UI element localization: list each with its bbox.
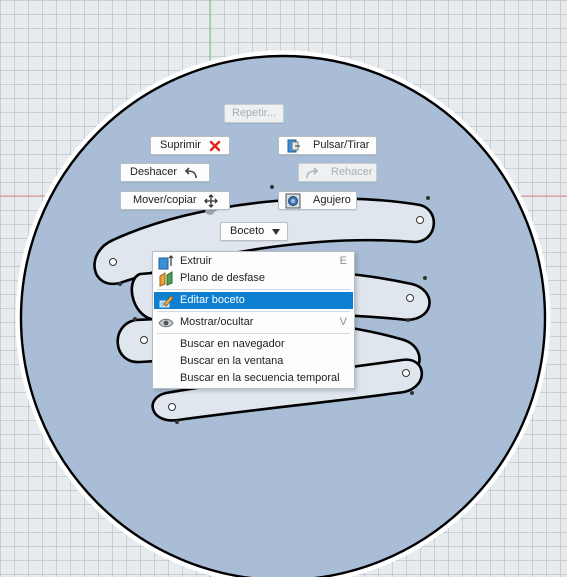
close-x-icon — [207, 138, 223, 154]
sketch-point[interactable] — [140, 336, 148, 344]
menu-item-find-in-timeline[interactable]: Buscar en la secuencia temporal — [154, 370, 353, 387]
delete-label: Suprimir — [160, 139, 201, 151]
extrude-icon — [158, 254, 174, 270]
sketch-vertex — [426, 196, 430, 200]
sketch-point[interactable] — [168, 403, 176, 411]
repeat-button[interactable]: Repetir... — [224, 104, 284, 123]
menu-item-label: Mostrar/ocultar — [180, 316, 254, 328]
menu-item-label: Plano de desfase — [180, 272, 266, 284]
caret-down-icon — [270, 224, 281, 240]
menu-item-label: Buscar en la ventana — [180, 355, 284, 367]
menu-item-shortcut: V — [339, 316, 347, 328]
sketch-vertex — [133, 317, 137, 321]
sketch-vertex — [270, 185, 274, 189]
menu-item-extrude[interactable]: Extruir E — [154, 253, 353, 270]
sketch-dropdown-button[interactable]: Boceto — [220, 222, 288, 241]
press-pull-button[interactable]: Pulsar/Tirar — [278, 136, 377, 155]
menu-separator — [157, 333, 350, 334]
menu-item-label: Buscar en la secuencia temporal — [180, 372, 340, 384]
sketch-vertex — [423, 276, 427, 280]
sketch-vertex — [406, 318, 410, 322]
menu-item-show-hide[interactable]: Mostrar/ocultar V — [154, 314, 353, 331]
redo-arrow-icon — [305, 165, 319, 181]
undo-label: Deshacer — [130, 166, 178, 178]
undo-button[interactable]: Deshacer — [120, 163, 210, 182]
sketch-vertex — [410, 391, 414, 395]
move-copy-label: Mover/copiar — [133, 194, 197, 206]
hole-label: Agujero — [313, 194, 351, 206]
offset-plane-icon — [158, 270, 174, 287]
hole-button[interactable]: Agujero — [278, 191, 357, 210]
context-menu: Extruir E Plano de desfase Editar boceto… — [152, 251, 355, 389]
sketch-vertex — [118, 282, 122, 286]
press-pull-label: Pulsar/Tirar — [313, 139, 370, 151]
eye-icon — [158, 315, 174, 331]
delete-button[interactable]: Suprimir — [150, 136, 230, 155]
menu-item-offset-plane[interactable]: Plano de desfase — [154, 270, 353, 287]
move-copy-button[interactable]: Mover/copiar — [120, 191, 230, 210]
menu-item-find-in-browser[interactable]: Buscar en navegador — [154, 336, 353, 353]
menu-item-edit-sketch[interactable]: Editar boceto — [154, 292, 353, 309]
menu-item-label: Editar boceto — [180, 294, 245, 306]
redo-label: Rehacer — [331, 166, 373, 178]
menu-separator — [157, 289, 350, 290]
sketch-point[interactable] — [402, 369, 410, 377]
canvas-viewport[interactable]: Repetir... Suprimir Pulsar/Tirar Deshace… — [0, 0, 567, 577]
menu-item-find-in-window[interactable]: Buscar en la ventana — [154, 353, 353, 370]
sketch-point[interactable] — [416, 216, 424, 224]
edit-sketch-icon — [158, 293, 174, 309]
menu-item-label: Buscar en navegador — [180, 338, 285, 350]
repeat-label: Repetir... — [231, 107, 277, 119]
sketch-point[interactable] — [109, 258, 117, 266]
undo-arrow-icon — [183, 165, 199, 181]
move-arrows-icon — [203, 193, 219, 209]
hole-icon — [285, 193, 301, 209]
press-pull-icon — [285, 138, 301, 154]
redo-button[interactable]: Rehacer — [298, 163, 377, 182]
menu-item-label: Extruir — [180, 255, 212, 267]
sketch-vertex — [175, 420, 179, 424]
sketch-point[interactable] — [406, 294, 414, 302]
menu-separator — [157, 311, 350, 312]
sketch-label: Boceto — [230, 225, 265, 237]
menu-item-shortcut: E — [339, 255, 347, 267]
